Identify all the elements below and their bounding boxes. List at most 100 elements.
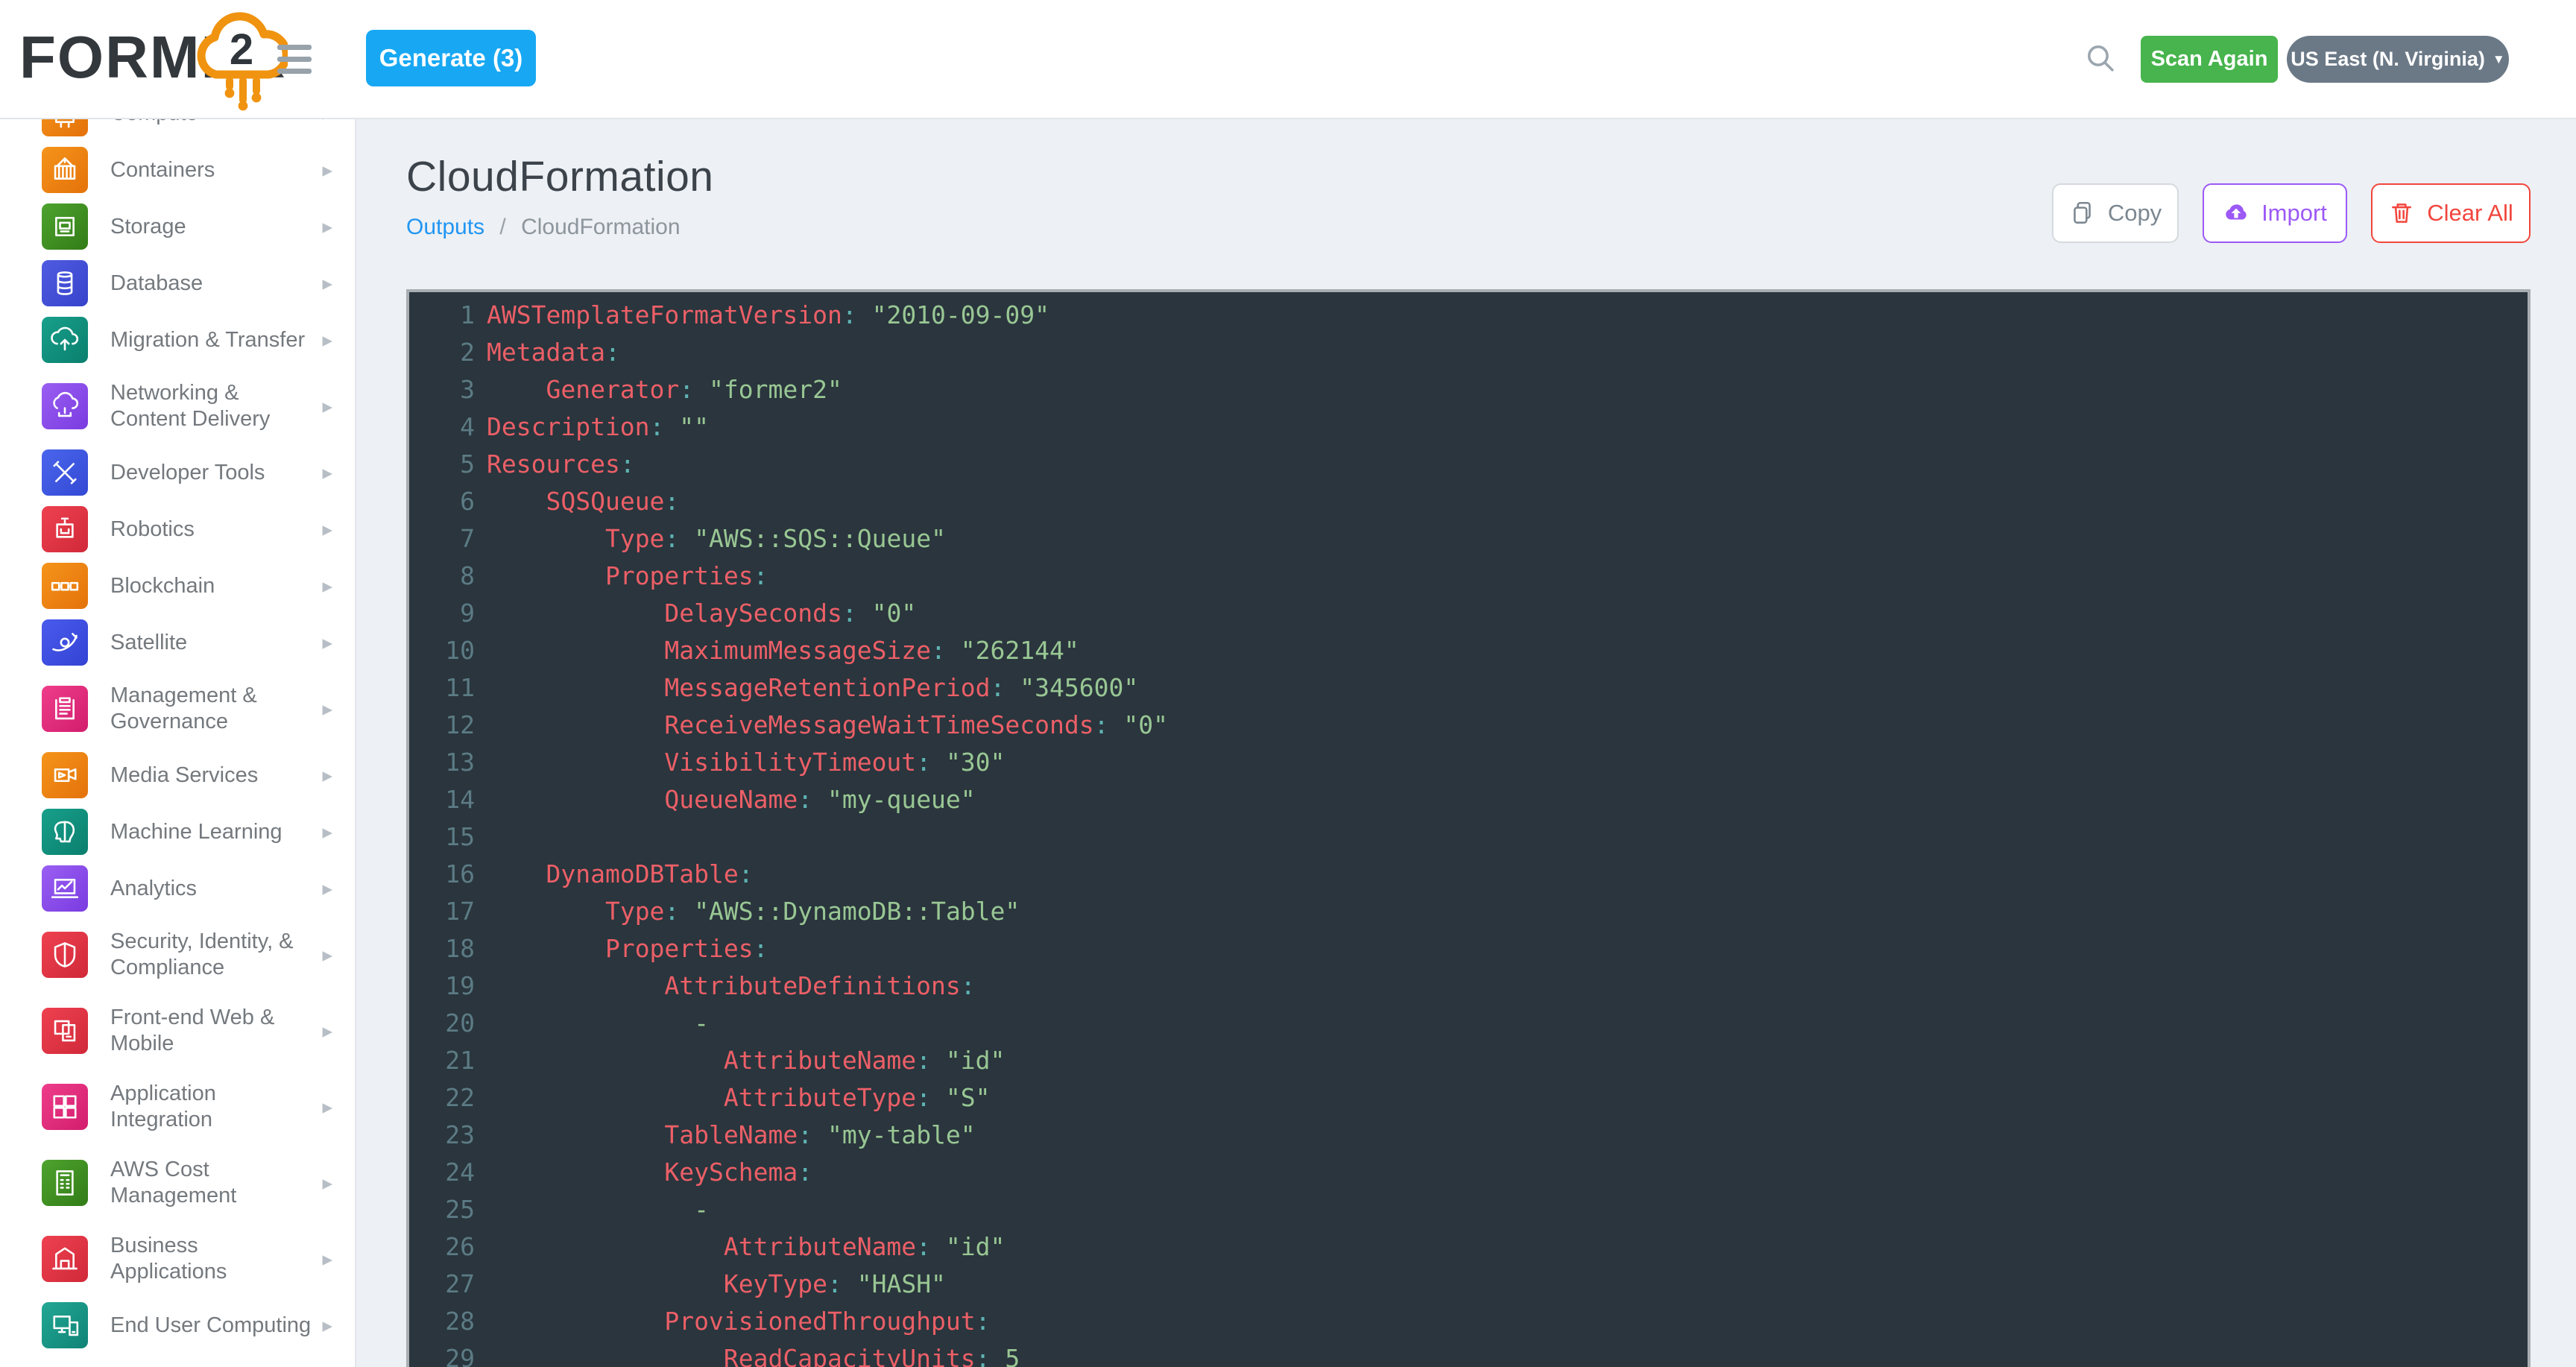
sidebar-item[interactable]: Media Services ▸ bbox=[0, 747, 355, 804]
sidebar-item[interactable]: Security, Identity, & Compliance ▸ bbox=[0, 917, 355, 993]
line-number: 21 bbox=[409, 1042, 475, 1079]
line-content: ReadCapacityUnits: 5 bbox=[487, 1340, 1020, 1367]
sidebar-item[interactable]: Storage ▸ bbox=[0, 198, 355, 255]
sidebar-item[interactable]: Application Integration ▸ bbox=[0, 1069, 355, 1145]
line-number: 29 bbox=[409, 1340, 475, 1367]
generate-button[interactable]: Generate (3) bbox=[366, 30, 536, 86]
code-line: 15 bbox=[409, 818, 2528, 856]
line-content: Properties: bbox=[487, 930, 768, 967]
frontend-web-mobile-icon bbox=[42, 1008, 88, 1054]
import-button[interactable]: Import bbox=[2203, 183, 2347, 243]
sidebar-item[interactable]: Database ▸ bbox=[0, 255, 355, 312]
code-line: 17 Type: "AWS::DynamoDB::Table" bbox=[409, 893, 2528, 930]
blockchain-icon bbox=[42, 563, 88, 609]
line-number: 24 bbox=[409, 1154, 475, 1191]
search-icon[interactable] bbox=[2084, 42, 2118, 76]
sidebar-item-label: Database bbox=[110, 271, 303, 297]
line-number: 4 bbox=[409, 408, 475, 446]
storage-icon bbox=[42, 203, 88, 250]
line-number: 15 bbox=[409, 818, 475, 856]
chevron-right-icon: ▸ bbox=[322, 699, 332, 719]
code-editor[interactable]: 1 AWSTemplateFormatVersion: "2010-09-09"… bbox=[406, 289, 2531, 1367]
line-number: 17 bbox=[409, 893, 475, 930]
sidebar-item[interactable]: Containers ▸ bbox=[0, 142, 355, 198]
line-content: AttributeName: "id" bbox=[487, 1042, 1005, 1079]
breadcrumb-separator: / bbox=[499, 215, 505, 239]
sidebar-item[interactable]: Satellite ▸ bbox=[0, 614, 355, 671]
networking-icon bbox=[42, 383, 88, 429]
chevron-right-icon: ▸ bbox=[322, 879, 332, 899]
end-user-computing-icon bbox=[42, 1302, 88, 1348]
chevron-right-icon: ▸ bbox=[322, 945, 332, 965]
code-line: 22 AttributeType: "S" bbox=[409, 1079, 2528, 1117]
chevron-right-icon: ▸ bbox=[322, 463, 332, 483]
line-number: 6 bbox=[409, 483, 475, 520]
line-content: Type: "AWS::DynamoDB::Table" bbox=[487, 893, 1020, 930]
line-content: Resources: bbox=[487, 446, 635, 483]
sidebar-item[interactable]: Networking & Content Delivery ▸ bbox=[0, 368, 355, 444]
line-content: Type: "AWS::SQS::Queue" bbox=[487, 520, 946, 558]
code-line: 16 DynamoDBTable: bbox=[409, 856, 2528, 893]
migration-icon bbox=[42, 317, 88, 363]
satellite-icon bbox=[42, 619, 88, 666]
sidebar-item[interactable]: Machine Learning ▸ bbox=[0, 804, 355, 860]
sidebar-item-label: Media Services bbox=[110, 763, 303, 789]
code-line: 3 Generator: "former2" bbox=[409, 371, 2528, 408]
code-line: 9 DelaySeconds: "0" bbox=[409, 595, 2528, 632]
sidebar-item-label: Containers bbox=[110, 157, 303, 183]
sidebar-item[interactable]: Compute ▸ bbox=[0, 119, 355, 142]
line-content: VisibilityTimeout: "30" bbox=[487, 744, 1005, 781]
clear-all-button[interactable]: Clear All bbox=[2371, 183, 2531, 243]
line-number: 13 bbox=[409, 744, 475, 781]
chevron-right-icon: ▸ bbox=[322, 1097, 332, 1117]
code-line: 28 ProvisionedThroughput: bbox=[409, 1303, 2528, 1340]
breadcrumb-outputs-link[interactable]: Outputs bbox=[406, 215, 484, 239]
region-selector[interactable]: US East (N. Virginia) ▼ bbox=[2287, 36, 2509, 83]
sidebar-item[interactable]: Analytics ▸ bbox=[0, 860, 355, 917]
import-button-label: Import bbox=[2261, 200, 2327, 227]
line-content: MessageRetentionPeriod: "345600" bbox=[487, 669, 1138, 707]
copy-button[interactable]: Copy bbox=[2052, 183, 2179, 243]
sidebar-item[interactable]: Front-end Web & Mobile ▸ bbox=[0, 993, 355, 1069]
analytics-icon bbox=[42, 865, 88, 912]
code-line: 21 AttributeName: "id" bbox=[409, 1042, 2528, 1079]
menu-toggle-button[interactable] bbox=[277, 45, 312, 74]
sidebar-item[interactable]: AWS Cost Management ▸ bbox=[0, 1145, 355, 1221]
code-line: 27 KeyType: "HASH" bbox=[409, 1266, 2528, 1303]
line-number: 11 bbox=[409, 669, 475, 707]
scan-again-button[interactable]: Scan Again bbox=[2141, 36, 2278, 83]
copy-icon bbox=[2069, 200, 2096, 227]
sidebar-item[interactable]: Management & Governance ▸ bbox=[0, 671, 355, 747]
logo-badge: 2 bbox=[230, 25, 253, 74]
line-number: 1 bbox=[409, 297, 475, 334]
line-content: Metadata: bbox=[487, 334, 620, 371]
machine-learning-icon bbox=[42, 809, 88, 855]
sidebar-item[interactable]: End User Computing ▸ bbox=[0, 1297, 355, 1354]
trash-icon bbox=[2388, 200, 2415, 227]
code-line: 5 Resources: bbox=[409, 446, 2528, 483]
chevron-right-icon: ▸ bbox=[322, 765, 332, 786]
main-content: CloudFormation Outputs / CloudFormation … bbox=[356, 119, 2576, 1367]
line-number: 14 bbox=[409, 781, 475, 818]
line-number: 3 bbox=[409, 371, 475, 408]
application-integration-icon bbox=[42, 1084, 88, 1130]
line-number: 20 bbox=[409, 1005, 475, 1042]
sidebar-item[interactable]: Migration & Transfer ▸ bbox=[0, 312, 355, 368]
sidebar-item[interactable]: Developer Tools ▸ bbox=[0, 444, 355, 501]
sidebar-item-label: Front-end Web & Mobile bbox=[110, 1005, 303, 1057]
sidebar: Compute ▸ Containers ▸ Storage ▸ Databas… bbox=[0, 119, 356, 1367]
code-line: 25 - bbox=[409, 1191, 2528, 1228]
sidebar-item[interactable]: Business Applications ▸ bbox=[0, 1221, 355, 1297]
caret-down-icon: ▼ bbox=[2493, 53, 2505, 66]
chevron-right-icon: ▸ bbox=[322, 633, 332, 653]
chevron-right-icon: ▸ bbox=[322, 1316, 332, 1336]
sidebar-item-label: Management & Governance bbox=[110, 683, 303, 735]
code-lines: 1 AWSTemplateFormatVersion: "2010-09-09"… bbox=[409, 292, 2528, 1367]
containers-icon bbox=[42, 147, 88, 193]
code-line: 6 SQSQueue: bbox=[409, 483, 2528, 520]
sidebar-item[interactable]: Blockchain ▸ bbox=[0, 558, 355, 614]
sidebar-item-label: AWS Cost Management bbox=[110, 1157, 303, 1209]
line-number: 28 bbox=[409, 1303, 475, 1340]
sidebar-item[interactable]: Robotics ▸ bbox=[0, 501, 355, 558]
breadcrumb: Outputs / CloudFormation bbox=[406, 215, 681, 240]
